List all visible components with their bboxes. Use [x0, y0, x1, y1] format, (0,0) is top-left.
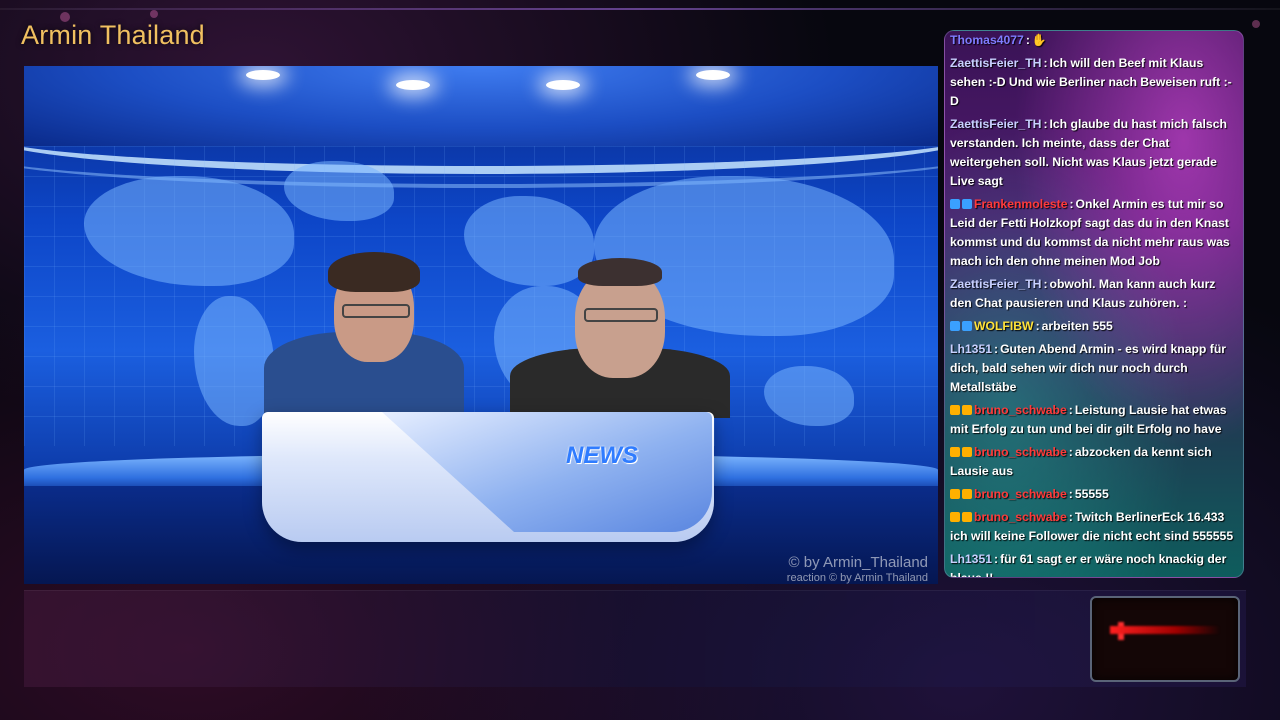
- chat-message: Lh1351: für 61 sagt er er wäre noch knack…: [950, 550, 1237, 577]
- host-right-glasses: [584, 308, 658, 322]
- chat-separator: :: [1043, 56, 1048, 70]
- bokeh-dot: [1252, 20, 1260, 28]
- chat-message: bruno_schwabe: abzocken da kennt sich Lau…: [950, 443, 1237, 481]
- watermark-main: © by Armin_Thailand: [788, 554, 928, 571]
- chat-badge-icon: [962, 405, 972, 415]
- chat-message: bruno_schwabe: Leistung Lausie hat etwas …: [950, 401, 1237, 439]
- ceiling-light: [396, 80, 430, 90]
- hand-icon: ✋: [1031, 33, 1047, 47]
- chat-separator: :: [1068, 510, 1073, 524]
- chat-message-text: arbeiten 555: [1041, 319, 1113, 333]
- webcam-preview: [1090, 596, 1240, 682]
- chat-separator: :: [1068, 445, 1073, 459]
- chat-badge-icon: [962, 447, 972, 457]
- chat-badge-icon: [950, 447, 960, 457]
- chat-separator: :: [994, 552, 999, 566]
- chat-separator: :: [994, 342, 999, 356]
- chat-message-list: Thomas4077: ✋ ZaettisFeier_TH: Ich will den…: [950, 31, 1237, 577]
- chat-username[interactable]: Lh1351: [950, 552, 992, 566]
- news-desk: NEWS: [262, 412, 714, 542]
- top-divider: [0, 8, 1280, 10]
- chat-message: ZaettisFeier_TH: Ich will den Beef mit Kl…: [950, 54, 1237, 111]
- chat-separator: :: [1068, 487, 1073, 501]
- webcam-light-streak: [1110, 626, 1220, 634]
- chat-message: bruno_schwabe: Twitch BerlinerEck 16.433 …: [950, 508, 1237, 546]
- chat-username[interactable]: ZaettisFeier_TH: [950, 277, 1041, 291]
- chat-badge-icon: [962, 512, 972, 522]
- chat-username[interactable]: Thomas4077: [950, 33, 1024, 47]
- chat-message: bruno_schwabe:55555: [950, 485, 1237, 504]
- watermark-sub: reaction © by Armin Thailand: [786, 572, 928, 584]
- host-left-hair: [328, 252, 420, 292]
- chat-separator: :: [1025, 33, 1030, 47]
- desk-news-label: NEWS: [566, 442, 638, 469]
- chat-badge-icon: [950, 405, 960, 415]
- chat-message: WOLFIBW: arbeiten 555: [950, 317, 1237, 336]
- chat-message: Lh1351: Guten Abend Armin - es wird knapp…: [950, 340, 1237, 397]
- host-right: [510, 258, 730, 418]
- bottom-overlay-panel: [24, 590, 1246, 687]
- host-left: [264, 252, 464, 422]
- chat-username[interactable]: bruno_schwabe: [974, 487, 1067, 501]
- chat-username[interactable]: bruno_schwabe: [974, 510, 1067, 524]
- chat-separator: :: [1043, 117, 1048, 131]
- chat-username[interactable]: WOLFIBW: [974, 319, 1034, 333]
- chat-message: ZaettisFeier_TH: Ich glaube du hast mich …: [950, 115, 1237, 191]
- chat-username[interactable]: bruno_schwabe: [974, 445, 1067, 459]
- channel-title: Armin Thailand: [21, 20, 205, 50]
- chat-message: Frankenmoleste: Onkel Armin es tut mir so…: [950, 195, 1237, 271]
- chat-username[interactable]: ZaettisFeier_TH: [950, 117, 1041, 131]
- chat-message-text: 55555: [1074, 487, 1109, 501]
- host-right-hair: [578, 258, 662, 286]
- chat-username[interactable]: Lh1351: [950, 342, 992, 356]
- chat-separator: :: [1035, 319, 1040, 333]
- chat-username[interactable]: Frankenmoleste: [974, 197, 1067, 211]
- chat-panel[interactable]: Thomas4077: ✋ ZaettisFeier_TH: Ich will den…: [944, 30, 1244, 578]
- chat-separator: :: [1068, 403, 1073, 417]
- ceiling-light: [246, 70, 280, 80]
- chat-separator: :: [1043, 277, 1048, 291]
- chat-badge-icon: [962, 199, 972, 209]
- chat-separator: :: [1069, 197, 1074, 211]
- video-player[interactable]: NEWS © by Armin_Thailand reaction © by A…: [24, 66, 938, 584]
- chat-badge-icon: [962, 489, 972, 499]
- chat-badge-icon: [950, 199, 960, 209]
- chat-username[interactable]: bruno_schwabe: [974, 403, 1067, 417]
- ceiling-light: [696, 70, 730, 80]
- host-left-glasses: [342, 304, 410, 318]
- chat-badge-icon: [962, 321, 972, 331]
- desk-swoosh: [382, 412, 712, 532]
- chat-badge-icon: [950, 489, 960, 499]
- chat-badge-icon: [950, 512, 960, 522]
- chat-badge-icon: [950, 321, 960, 331]
- bokeh-dot: [150, 10, 158, 18]
- ceiling-light: [546, 80, 580, 90]
- chat-username[interactable]: ZaettisFeier_TH: [950, 56, 1041, 70]
- chat-message: Thomas4077: ✋: [950, 31, 1237, 50]
- chat-message: ZaettisFeier_TH: obwohl. Man kann auch ku…: [950, 275, 1237, 313]
